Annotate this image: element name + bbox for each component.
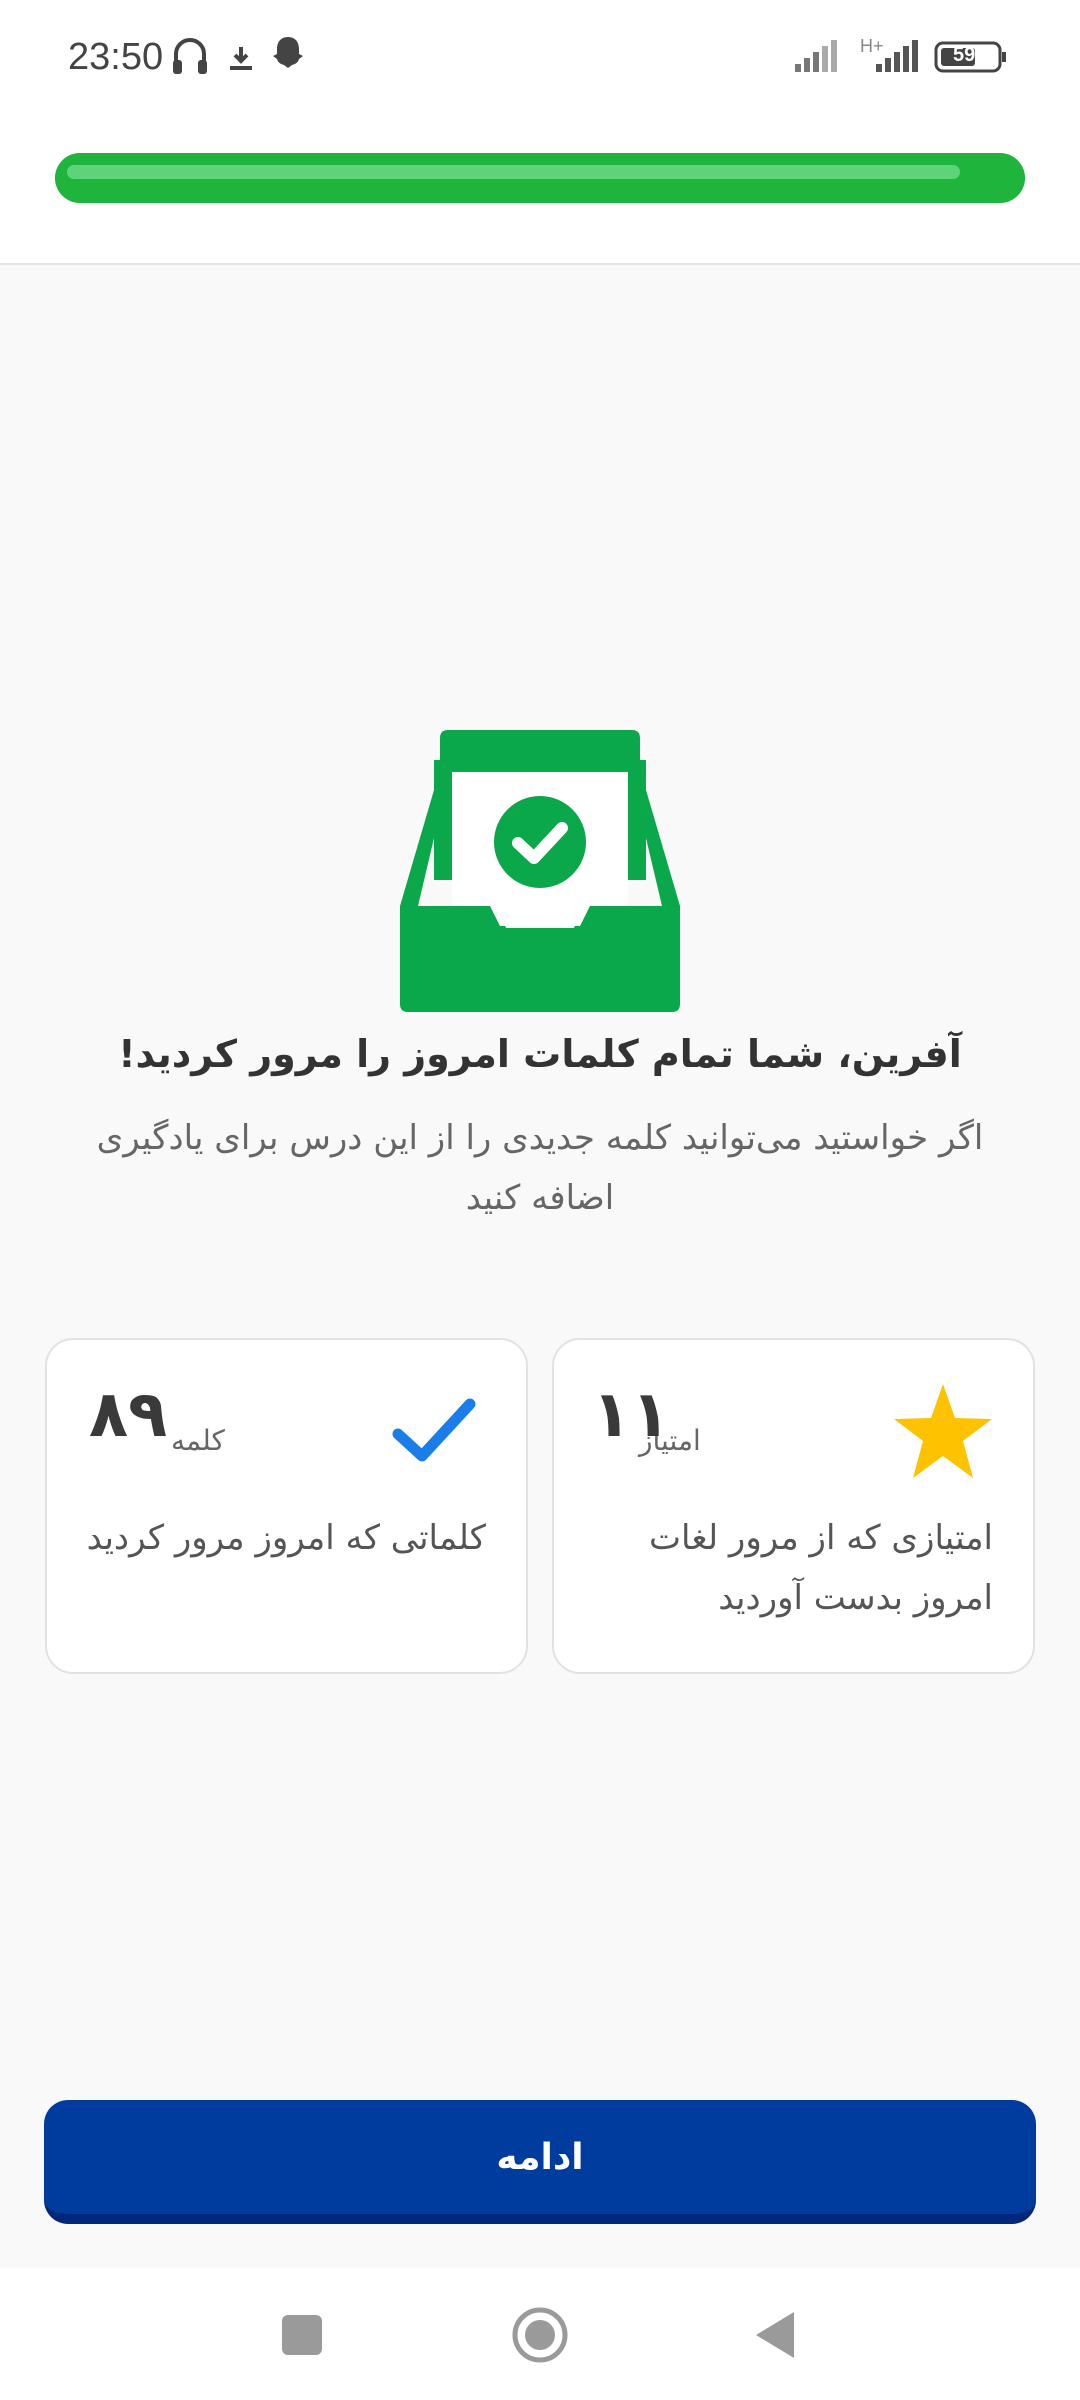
status-time: 23:50: [68, 36, 164, 78]
points-card: امتیاز ۱۱ امتیازی که از مرور لغات امروز …: [552, 1338, 1035, 1674]
system-nav-bar: [0, 2268, 1080, 2400]
snapchat-icon: [270, 34, 306, 78]
words-description: کلماتی که امروز مرور کردید: [86, 1518, 486, 1558]
points-description: امتیازی که از مرور لغات امروز بدست آوردی…: [648, 1518, 993, 1618]
completion-subtitle: اگر خواستید می‌توانید کلمه جدیدی را از ا…: [96, 1118, 984, 1218]
progress-shine: [67, 165, 960, 179]
words-card: کلمه ۸۹ کلماتی که امروز مرور کردید: [45, 1338, 528, 1674]
download-icon: [226, 44, 256, 78]
battery-level: 59: [953, 44, 976, 66]
points-value: ۱۱: [592, 1378, 671, 1452]
signal-icon: [862, 40, 924, 78]
headphones-icon: [170, 34, 210, 80]
checkmark-icon: [392, 1396, 476, 1470]
lesson-header: [0, 120, 1080, 265]
continue-button[interactable]: ادامه: [44, 2100, 1036, 2224]
recents-button[interactable]: [281, 2314, 323, 2360]
completion-title: آفرین، شما تمام کلمات امروز را مرور کردی…: [118, 1032, 962, 1076]
signal-icon: [793, 40, 843, 78]
words-unit: کلمه: [171, 1424, 225, 1457]
back-button[interactable]: [754, 2310, 796, 2364]
star-icon: [891, 1382, 995, 1486]
home-button[interactable]: [511, 2306, 569, 2368]
words-value: ۸۹: [89, 1378, 168, 1452]
inbox-check-icon: [400, 730, 680, 1012]
status-bar: 23:50 H+ 59: [0, 0, 1080, 120]
